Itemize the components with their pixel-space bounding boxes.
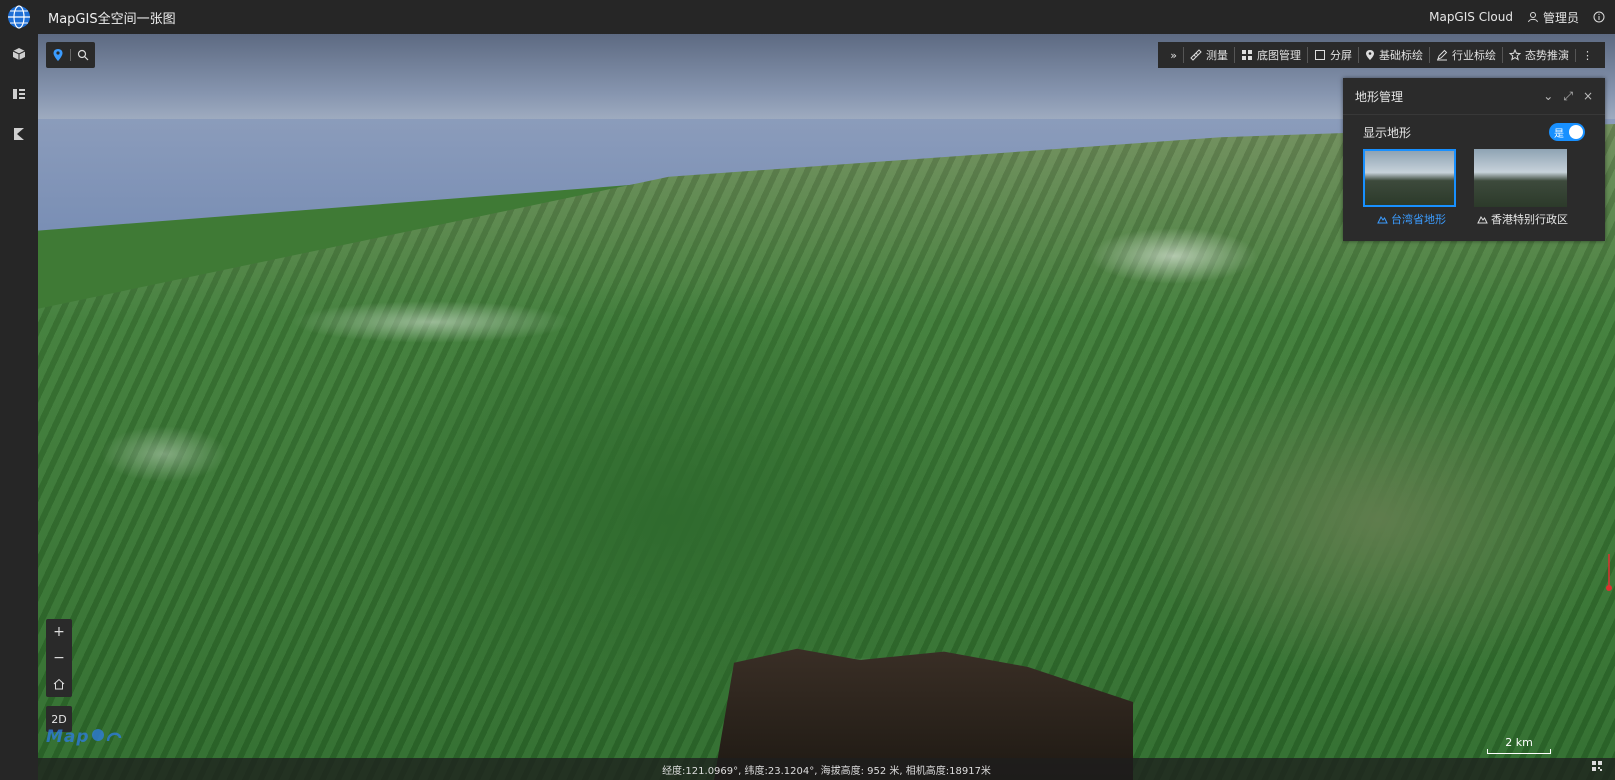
user-name: 管理员 (1542, 10, 1579, 25)
qr-grid-icon (1592, 761, 1602, 771)
toolbar-item-label: 行业标绘 (1452, 49, 1496, 62)
toolbar-collapse-button[interactable]: » (1164, 49, 1183, 62)
terrain-card-hongkong[interactable]: 香港特别行政区 (1474, 149, 1571, 227)
terrain-card-label: 香港特别行政区 (1491, 213, 1568, 226)
status-bar: 经度:121.0969°, 纬度:23.1204°, 海拔高度: 952 米, … (38, 758, 1615, 780)
terrain-card-label: 台湾省地形 (1391, 213, 1446, 226)
home-button[interactable] (46, 671, 72, 697)
map-viewport[interactable]: » 测量 底图管理 分屏 基础标绘 行业标绘 态势推演 ⋮ 地形管理 ⌄ ⤢ ×… (38, 34, 1615, 780)
toolbar-item-split[interactable]: 分屏 (1307, 47, 1358, 63)
more-vertical-icon: ⋮ (1582, 48, 1593, 62)
ruler-icon (1190, 49, 1202, 61)
toggle-knob (1569, 125, 1583, 139)
toolbar-more-button[interactable]: ⋮ (1575, 48, 1599, 62)
sidebar-item-3d[interactable] (0, 34, 38, 74)
coordinates-readout: 经度:121.0969°, 纬度:23.1204°, 海拔高度: 952 米, … (662, 765, 991, 777)
terrain-card-caption: 香港特别行政区 (1474, 211, 1571, 227)
info-button[interactable] (1593, 11, 1605, 23)
toolbar-item-label: 态势推演 (1525, 49, 1569, 62)
svg-text:Map: Map (46, 727, 90, 747)
panel-title: 地形管理 (1355, 89, 1404, 104)
terrain-thumbnail (1474, 149, 1567, 207)
terrain-panel-header: 地形管理 ⌄ ⤢ × (1343, 78, 1605, 115)
show-terrain-row: 显示地形 是 (1343, 121, 1605, 143)
toolbar-item-industry-plot[interactable]: 行业标绘 (1429, 47, 1502, 63)
grid-toggle-button[interactable] (1587, 756, 1607, 776)
scale-label: 2 km (1505, 736, 1533, 749)
analysis-icon (14, 128, 24, 140)
app-title: MapGIS全空间一张图 (48, 11, 176, 27)
divider (70, 49, 71, 61)
top-bar: MapGIS全空间一张图 MapGIS Cloud 管理员 (0, 0, 1615, 34)
compass-indicator-icon (1606, 554, 1612, 591)
star-icon (1509, 49, 1521, 61)
square-icon (1315, 50, 1325, 60)
pin-icon (1366, 50, 1374, 60)
expand-icon[interactable]: ⤢ (1563, 89, 1573, 104)
main-toolbar: » 测量 底图管理 分屏 基础标绘 行业标绘 态势推演 ⋮ (1158, 42, 1605, 68)
sidebar-item-layers[interactable] (0, 74, 38, 114)
show-terrain-toggle[interactable]: 是 (1549, 123, 1585, 141)
toolbar-item-basemap[interactable]: 底图管理 (1234, 47, 1307, 63)
info-icon (1593, 11, 1605, 23)
zoom-controls: + − (46, 619, 72, 697)
grid-icon (1242, 50, 1252, 60)
toggle-text: 是 (1554, 129, 1564, 140)
pen-icon (1437, 49, 1448, 61)
terrain-thumbnail (1363, 149, 1456, 207)
toolbar-item-label: 底图管理 (1257, 49, 1301, 62)
zoom-in-button[interactable]: + (46, 619, 72, 645)
globe-logo-icon (8, 5, 30, 29)
toolbar-item-situation[interactable]: 态势推演 (1502, 47, 1575, 63)
double-chevron-right-icon: » (1170, 48, 1177, 62)
location-search-tool (46, 42, 95, 68)
cloud-link[interactable]: MapGIS Cloud (1429, 10, 1513, 24)
mapgis-watermark-logo: Map (46, 727, 122, 747)
location-icon[interactable] (52, 48, 64, 62)
terrain-cards: 台湾省地形 香港特别行政区 (1343, 149, 1605, 227)
zoom-out-button[interactable]: − (46, 645, 72, 671)
terrain-panel: 地形管理 ⌄ ⤢ × 显示地形 是 台湾省地形 香港特别行政区 (1343, 78, 1605, 241)
collapse-icon[interactable]: ⌄ (1543, 89, 1553, 104)
close-icon[interactable]: × (1583, 89, 1593, 104)
scale-line (1487, 749, 1551, 754)
home-icon (53, 678, 65, 690)
search-icon[interactable] (77, 49, 89, 61)
user-icon (1527, 12, 1538, 23)
sidebar-item-analysis[interactable] (0, 114, 38, 154)
terrain-icon (1477, 216, 1488, 224)
terrain-icon (1377, 216, 1388, 224)
user-menu[interactable]: 管理员 (1527, 9, 1579, 26)
toolbar-item-label: 基础标绘 (1379, 49, 1423, 62)
terrain-card-caption: 台湾省地形 (1363, 211, 1460, 227)
toolbar-item-label: 测量 (1206, 49, 1228, 62)
list-icon (13, 89, 25, 99)
left-sidebar (0, 34, 38, 780)
toolbar-item-basic-plot[interactable]: 基础标绘 (1358, 47, 1429, 63)
toolbar-item-label: 分屏 (1330, 49, 1352, 62)
toolbar-item-measure[interactable]: 测量 (1183, 47, 1234, 63)
cube-icon (12, 48, 26, 60)
scale-bar: 2 km (1487, 736, 1551, 754)
terrain-card-taiwan[interactable]: 台湾省地形 (1363, 149, 1460, 227)
show-terrain-label: 显示地形 (1363, 125, 1412, 140)
top-right-menu: MapGIS Cloud 管理员 (1429, 0, 1605, 34)
